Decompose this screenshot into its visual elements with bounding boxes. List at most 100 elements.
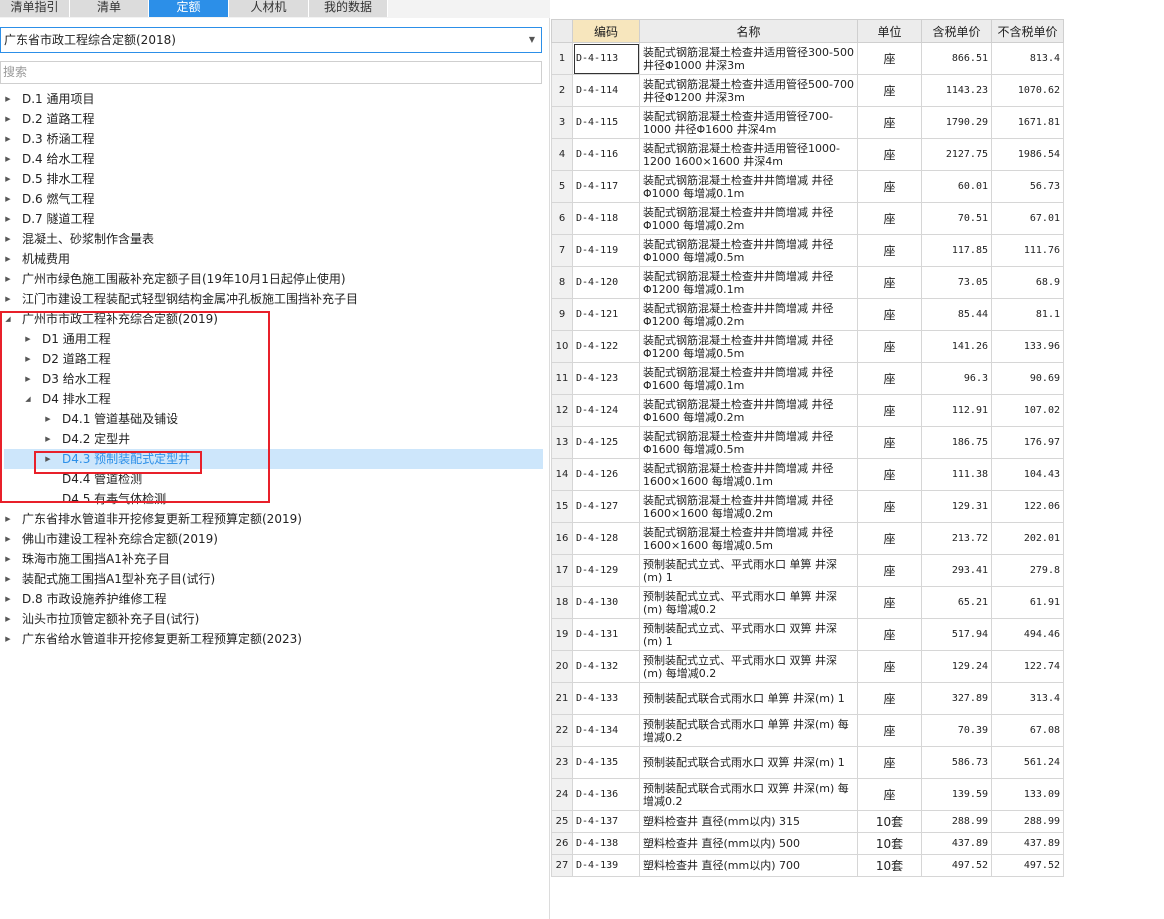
cell-tax-price[interactable]: 85.44 — [921, 298, 992, 331]
row-number[interactable]: 5 — [551, 170, 573, 203]
cell-notax-price[interactable]: 133.09 — [991, 778, 1064, 811]
cell-code[interactable]: D-4-131 — [572, 618, 640, 651]
cell-tax-price[interactable]: 96.3 — [921, 362, 992, 395]
tab-quota[interactable]: 定额 — [149, 0, 229, 17]
cell-unit[interactable]: 座 — [857, 554, 922, 587]
cell-unit[interactable]: 座 — [857, 682, 922, 715]
table-row[interactable]: 11 D-4-123 装配式钢筋混凝土检查井井筒增减 井径Φ1600 每增减0.1m… — [551, 362, 1064, 395]
tab-bill[interactable]: 清单 — [70, 0, 149, 17]
cell-unit[interactable]: 座 — [857, 42, 922, 75]
cell-name[interactable]: 预制装配式立式、平式雨水口 双箅 井深(m) 每增减0.2 — [639, 650, 858, 683]
row-number[interactable]: 13 — [551, 426, 573, 459]
tree-node[interactable]: ▶ D.7 隧道工程 — [0, 209, 543, 229]
row-number[interactable]: 14 — [551, 458, 573, 491]
cell-name[interactable]: 装配式钢筋混凝土检查井井筒增减 井径Φ1200 每增减0.2m — [639, 298, 858, 331]
table-row[interactable]: 16 D-4-128 装配式钢筋混凝土检查井井筒增减 井径1600×1600 每增减… — [551, 522, 1064, 555]
cell-notax-price[interactable]: 67.08 — [991, 714, 1064, 747]
cell-tax-price[interactable]: 2127.75 — [921, 138, 992, 171]
cell-name[interactable]: 装配式钢筋混凝土检查井井筒增减 井径Φ1000 每增减0.1m — [639, 170, 858, 203]
row-number[interactable]: 22 — [551, 714, 573, 747]
cell-unit[interactable]: 座 — [857, 170, 922, 203]
cell-code[interactable]: D-4-136 — [572, 778, 640, 811]
row-number[interactable]: 19 — [551, 618, 573, 651]
collapsed-triangle-icon[interactable]: ▶ — [3, 209, 13, 229]
row-number[interactable]: 12 — [551, 394, 573, 427]
column-header-notax-price[interactable]: 不含税单价 — [991, 19, 1064, 43]
cell-name[interactable]: 预制装配式立式、平式雨水口 单箅 井深(m) 每增减0.2 — [639, 586, 858, 619]
collapsed-triangle-icon[interactable]: ▶ — [3, 609, 13, 629]
cell-notax-price[interactable]: 288.99 — [991, 810, 1064, 833]
row-number[interactable]: 11 — [551, 362, 573, 395]
cell-name[interactable]: 装配式钢筋混凝土检查井井筒增减 井径1600×1600 每增减0.2m — [639, 490, 858, 523]
tree-node[interactable]: ▶ D.5 排水工程 — [0, 169, 543, 189]
tree-node[interactable]: ▶ 佛山市建设工程补充综合定额(2019) — [0, 529, 543, 549]
cell-name[interactable]: 预制装配式联合式雨水口 双箅 井深(m) 每增减0.2 — [639, 778, 858, 811]
cell-name[interactable]: 装配式钢筋混凝土检查井井筒增减 井径Φ1000 每增减0.5m — [639, 234, 858, 267]
collapsed-triangle-icon[interactable]: ▶ — [3, 509, 13, 529]
cell-unit[interactable]: 座 — [857, 522, 922, 555]
cell-unit[interactable]: 座 — [857, 490, 922, 523]
table-row[interactable]: 17 D-4-129 预制装配式立式、平式雨水口 单箅 井深(m) 1 座 293.41… — [551, 554, 1064, 587]
cell-tax-price[interactable]: 112.91 — [921, 394, 992, 427]
cell-tax-price[interactable]: 213.72 — [921, 522, 992, 555]
cell-name[interactable]: 装配式钢筋混凝土检查井井筒增减 井径1600×1600 每增减0.5m — [639, 522, 858, 555]
table-row[interactable]: 8 D-4-120 装配式钢筋混凝土检查井井筒增减 井径Φ1200 每增减0.1m 座… — [551, 266, 1064, 299]
collapsed-triangle-icon[interactable]: ▶ — [3, 529, 13, 549]
cell-code[interactable]: D-4-137 — [572, 810, 640, 833]
cell-unit[interactable]: 座 — [857, 714, 922, 747]
tree-node[interactable]: ▶ 广州市绿色施工围蔽补充定额子目(19年10月1日起停止使用) — [0, 269, 543, 289]
row-number[interactable]: 6 — [551, 202, 573, 235]
cell-code[interactable]: D-4-114 — [572, 74, 640, 107]
row-number[interactable]: 27 — [551, 854, 573, 877]
table-row[interactable]: 23 D-4-135 预制装配式联合式雨水口 双箅 井深(m) 1 座 586.73 56… — [551, 746, 1064, 779]
cell-name[interactable]: 装配式钢筋混凝土检查井井筒增减 井径Φ1200 每增减0.5m — [639, 330, 858, 363]
collapsed-triangle-icon[interactable]: ▶ — [3, 189, 13, 209]
cell-notax-price[interactable]: 104.43 — [991, 458, 1064, 491]
search-input[interactable]: 搜索 — [0, 61, 542, 84]
cell-notax-price[interactable]: 497.52 — [991, 854, 1064, 877]
cell-notax-price[interactable]: 1671.81 — [991, 106, 1064, 139]
cell-unit[interactable]: 座 — [857, 106, 922, 139]
table-row[interactable]: 18 D-4-130 预制装配式立式、平式雨水口 单箅 井深(m) 每增减0.2 座 6… — [551, 586, 1064, 619]
cell-unit[interactable]: 座 — [857, 266, 922, 299]
cell-name[interactable]: 装配式钢筋混凝土检查井井筒增减 井径1600×1600 每增减0.1m — [639, 458, 858, 491]
tree-node[interactable]: ▶ D.8 市政设施养护维修工程 — [0, 589, 543, 609]
cell-tax-price[interactable]: 139.59 — [921, 778, 992, 811]
cell-notax-price[interactable]: 122.74 — [991, 650, 1064, 683]
row-number[interactable]: 1 — [551, 42, 573, 75]
table-row[interactable]: 10 D-4-122 装配式钢筋混凝土检查井井筒增减 井径Φ1200 每增减0.5m… — [551, 330, 1064, 363]
collapsed-triangle-icon[interactable]: ▶ — [3, 569, 13, 589]
tab-my-data[interactable]: 我的数据 — [309, 0, 388, 17]
cell-name[interactable]: 预制装配式联合式雨水口 单箅 井深(m) 每增减0.2 — [639, 714, 858, 747]
cell-code[interactable]: D-4-116 — [572, 138, 640, 171]
table-row[interactable]: 20 D-4-132 预制装配式立式、平式雨水口 双箅 井深(m) 每增减0.2 座 1… — [551, 650, 1064, 683]
cell-name[interactable]: 预制装配式联合式雨水口 单箅 井深(m) 1 — [639, 682, 858, 715]
cell-tax-price[interactable]: 129.31 — [921, 490, 992, 523]
cell-code[interactable]: D-4-124 — [572, 394, 640, 427]
cell-code[interactable]: D-4-113 — [572, 42, 640, 75]
cell-tax-price[interactable]: 288.99 — [921, 810, 992, 833]
cell-name[interactable]: 预制装配式立式、平式雨水口 双箅 井深(m) 1 — [639, 618, 858, 651]
cell-unit[interactable]: 座 — [857, 650, 922, 683]
row-number[interactable]: 23 — [551, 746, 573, 779]
table-row[interactable]: 7 D-4-119 装配式钢筋混凝土检查井井筒增减 井径Φ1000 每增减0.5m 座… — [551, 234, 1064, 267]
cell-tax-price[interactable]: 117.85 — [921, 234, 992, 267]
cell-code[interactable]: D-4-128 — [572, 522, 640, 555]
table-row[interactable]: 13 D-4-125 装配式钢筋混凝土检查井井筒增减 井径Φ1600 每增减0.5m… — [551, 426, 1064, 459]
cell-notax-price[interactable]: 133.96 — [991, 330, 1064, 363]
cell-unit[interactable]: 座 — [857, 394, 922, 427]
chevron-down-icon[interactable]: ▼ — [529, 28, 535, 52]
cell-unit[interactable]: 座 — [857, 74, 922, 107]
cell-code[interactable]: D-4-134 — [572, 714, 640, 747]
tab-list-guide[interactable]: 清单指引 — [0, 0, 70, 17]
cell-code[interactable]: D-4-130 — [572, 586, 640, 619]
cell-name[interactable]: 装配式钢筋混凝土检查井适用管径1000-1200 1600×1600 井深4m — [639, 138, 858, 171]
cell-tax-price[interactable]: 129.24 — [921, 650, 992, 683]
cell-code[interactable]: D-4-121 — [572, 298, 640, 331]
cell-notax-price[interactable]: 111.76 — [991, 234, 1064, 267]
table-row[interactable]: 1 D-4-113 装配式钢筋混凝土检查井适用管径300-500 井径Φ1000 井… — [551, 42, 1064, 75]
cell-code[interactable]: D-4-127 — [572, 490, 640, 523]
row-number[interactable]: 7 — [551, 234, 573, 267]
collapsed-triangle-icon[interactable]: ▶ — [3, 149, 13, 169]
cell-name[interactable]: 装配式钢筋混凝土检查井井筒增减 井径Φ1600 每增减0.5m — [639, 426, 858, 459]
